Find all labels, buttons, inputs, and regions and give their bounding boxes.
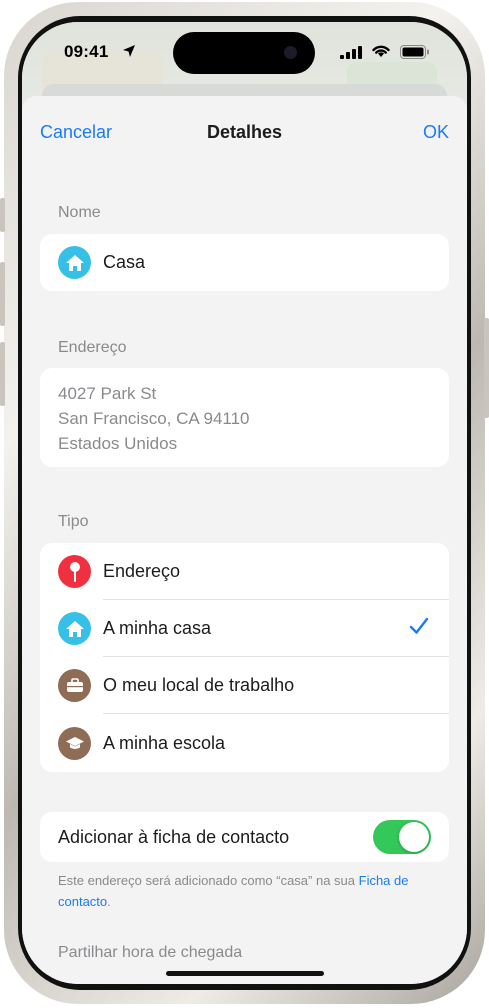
contact-card-toggle-row: Adicionar à ficha de contacto [40, 812, 449, 862]
address-line: San Francisco, CA 94110 [58, 409, 250, 428]
address-field: 4027 Park St San Francisco, CA 94110 Est… [40, 368, 449, 467]
type-option-label: A minha casa [103, 618, 212, 638]
dynamic-island [173, 32, 315, 74]
type-option-home[interactable]: A minha casa [40, 600, 449, 657]
toggle-knob [399, 822, 429, 852]
home-indicator[interactable] [166, 971, 324, 976]
type-option-label: O meu local de trabalho [103, 675, 295, 695]
type-option-address[interactable]: Endereço [40, 543, 449, 600]
checkmark-icon [409, 617, 429, 634]
sheet-title: Detalhes [206, 122, 283, 142]
type-list: Endereço A minha casa O meu local de tra… [40, 543, 449, 772]
type-option-label: Endereço [103, 561, 181, 581]
cellular-signal-icon [340, 46, 362, 59]
status-time: 09:41 [64, 42, 109, 61]
name-value: Casa [103, 252, 146, 272]
ok-button[interactable]: OK [423, 122, 449, 143]
house-icon [58, 612, 91, 645]
wifi-icon [372, 45, 390, 57]
briefcase-icon [58, 669, 91, 702]
footnote: Este endereço será adicionado como “casa… [58, 870, 418, 912]
name-section-label: Nome [58, 204, 101, 221]
address-line: 4027 Park St [58, 384, 157, 403]
type-option-school[interactable]: A minha escola [40, 715, 449, 772]
status-bar: 09:41 [22, 22, 467, 82]
share-eta-section-label: Partilhar hora de chegada [58, 944, 243, 961]
name-field[interactable]: Casa [40, 234, 449, 291]
type-option-work[interactable]: O meu local de trabalho [40, 657, 449, 714]
contact-toggle-label: Adicionar à ficha de contacto [58, 827, 290, 847]
camera-icon [284, 46, 297, 59]
footnote-end: . [107, 894, 111, 909]
contact-card-toggle[interactable] [373, 820, 431, 854]
address-section-label: Endereço [58, 339, 127, 356]
power-button [484, 318, 489, 418]
volume-down-button [0, 342, 5, 406]
battery-icon [400, 45, 429, 59]
footnote-text: Este endereço será adicionado como “casa… [58, 873, 359, 888]
house-icon [58, 246, 91, 279]
pin-icon [58, 555, 91, 588]
location-arrow-icon [123, 45, 135, 57]
screen: 09:41 Cancelar Detalhes OK Nome Casa End… [22, 22, 467, 984]
action-button [0, 198, 5, 232]
volume-up-button [0, 262, 5, 326]
graduation-cap-icon [58, 727, 91, 760]
type-section-label: Tipo [58, 513, 89, 530]
address-line: Estados Unidos [58, 434, 178, 453]
divider [103, 713, 449, 714]
type-option-label: A minha escola [103, 733, 226, 753]
